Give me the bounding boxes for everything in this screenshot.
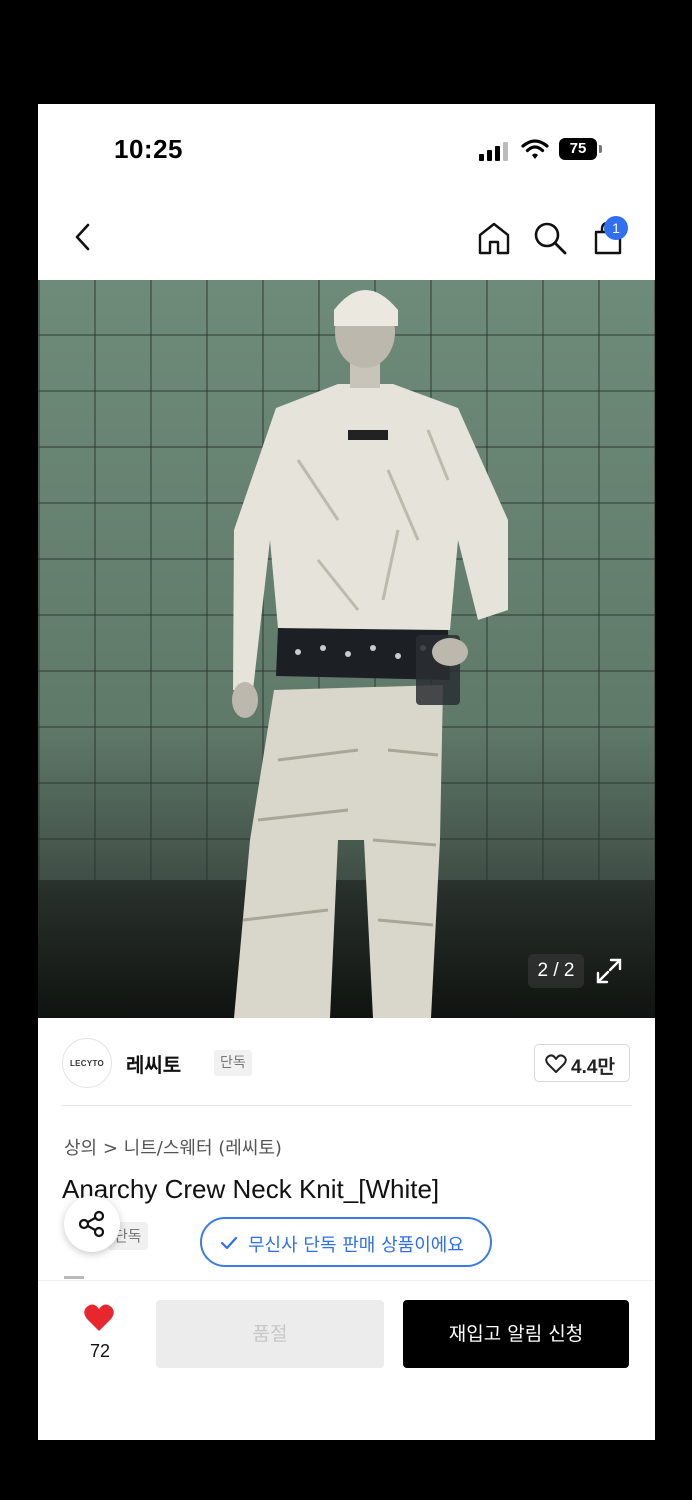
restock-alert-button[interactable]: 재입고 알림 신청 [403, 1300, 629, 1368]
exclusive-notice-text: 무신사 단독 판매 상품이에요 [248, 1235, 464, 1256]
brand-logo[interactable]: LECYTO [62, 1038, 112, 1088]
brand-row: LECYTO 레씨토 단독 4.4만 [62, 1034, 632, 1090]
heart-filled-icon [84, 1304, 114, 1331]
check-icon [220, 1236, 238, 1250]
model-figure [232, 290, 508, 1018]
expand-icon[interactable] [594, 956, 624, 986]
clipped-content-peek [64, 1272, 154, 1280]
wish-button[interactable]: 72 [74, 1303, 126, 1363]
battery-indicator: 75 [559, 138, 597, 160]
app-screen: 10:25 75 1 2 / 2 LECYTO 레씨토 단독 4.4만 상의 >… [38, 104, 655, 1440]
photo-counter: 2 / 2 [528, 954, 584, 988]
product-photo[interactable]: 2 / 2 [38, 280, 655, 1018]
back-icon[interactable] [68, 220, 98, 254]
battery-cap [599, 145, 602, 153]
home-icon[interactable] [476, 220, 512, 256]
divider [62, 1105, 632, 1106]
status-time: 10:25 [114, 134, 183, 164]
brand-name[interactable]: 레씨토 [126, 1049, 181, 1078]
top-navigation [38, 204, 655, 280]
brand-like-button[interactable]: 4.4만 [534, 1044, 630, 1082]
brand-exclusive-tag: 단독 [214, 1050, 252, 1076]
soldout-button: 품절 [156, 1300, 384, 1368]
heart-outline-icon [545, 1054, 567, 1073]
status-bar: 10:25 75 [38, 104, 655, 192]
product-title: Anarchy Crew Neck Knit_[White] [62, 1174, 440, 1204]
share-button[interactable] [64, 1196, 120, 1252]
exclusive-notice-pill: 무신사 단독 판매 상품이에요 [200, 1217, 492, 1267]
bottom-action-bar: 72 품절 재입고 알림 신청 [38, 1280, 655, 1440]
wifi-icon [521, 139, 549, 159]
brand-like-count: 4.4만 [571, 1057, 615, 1078]
wish-count: 72 [89, 1341, 111, 1361]
cart-count-badge: 1 [604, 216, 628, 240]
share-icon [78, 1210, 105, 1238]
search-icon[interactable] [532, 220, 568, 256]
cellular-signal-icon [479, 141, 509, 161]
breadcrumb[interactable]: 상의 > 니트/스웨터 (레씨토) [64, 1134, 282, 1160]
